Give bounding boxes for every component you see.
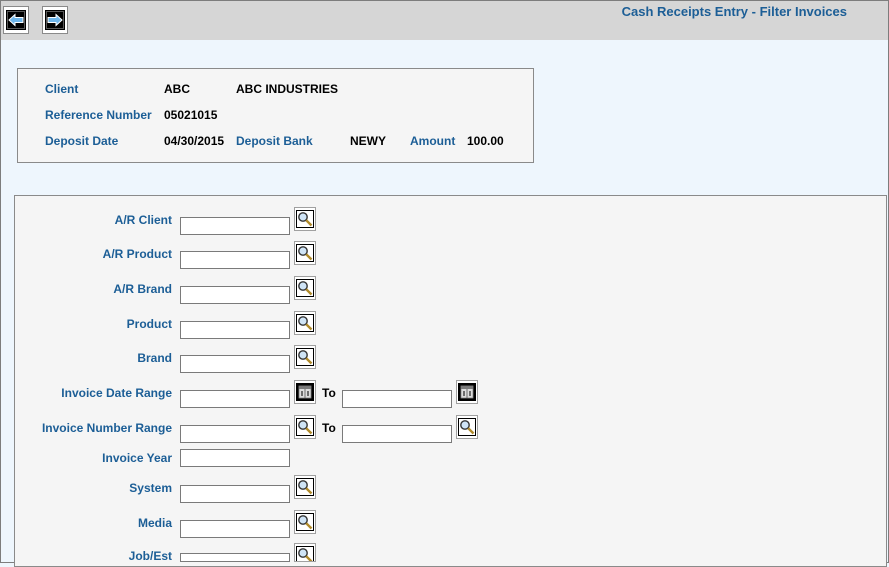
product-label: Product bbox=[126, 317, 172, 331]
deposit-bank-label: Deposit Bank bbox=[236, 134, 313, 148]
client-code: ABC bbox=[164, 82, 190, 96]
invoice-number-to-lookup-button[interactable] bbox=[456, 415, 478, 439]
deposit-bank-value: NEWY bbox=[350, 134, 386, 148]
invoice-year-label: Invoice Year bbox=[102, 451, 172, 465]
invoice-date-to-input[interactable] bbox=[342, 390, 452, 408]
invoice-date-to-calendar-button[interactable] bbox=[456, 380, 478, 404]
magnifier-icon bbox=[296, 478, 314, 496]
invoice-number-range-label: Invoice Number Range bbox=[41, 421, 172, 435]
deposit-summary-panel: Client ABC ABC INDUSTRIES Reference Numb… bbox=[17, 68, 534, 163]
ar-brand-input[interactable] bbox=[180, 286, 290, 304]
invoice-date-range-label: Invoice Date Range bbox=[61, 386, 172, 400]
media-label: Media bbox=[137, 516, 172, 530]
job-est-lookup-button[interactable] bbox=[294, 543, 316, 562]
page-title: Cash Receipts Entry - Filter Invoices bbox=[621, 4, 847, 19]
invoice-number-to-input[interactable] bbox=[342, 425, 452, 443]
media-input[interactable] bbox=[180, 520, 290, 538]
magnifier-icon bbox=[296, 546, 314, 561]
product-input[interactable] bbox=[180, 321, 290, 339]
ar-brand-label: A/R Brand bbox=[113, 282, 172, 296]
reference-number-value: 05021015 bbox=[164, 108, 218, 122]
magnifier-icon bbox=[296, 279, 314, 297]
ar-client-label: A/R Client bbox=[114, 213, 172, 227]
amount-label: Amount bbox=[410, 134, 456, 148]
reference-number-label: Reference Number bbox=[45, 108, 152, 122]
deposit-date-label: Deposit Date bbox=[45, 134, 119, 148]
ar-product-lookup-button[interactable] bbox=[294, 241, 316, 265]
magnifier-icon bbox=[296, 210, 314, 228]
magnifier-icon bbox=[296, 314, 314, 332]
ar-brand-lookup-button[interactable] bbox=[294, 276, 316, 300]
toolbar: Cash Receipts Entry - Filter Invoices bbox=[1, 1, 888, 40]
job-est-input[interactable] bbox=[180, 553, 290, 562]
media-lookup-button[interactable] bbox=[294, 510, 316, 534]
magnifier-icon bbox=[458, 418, 476, 436]
ar-client-lookup-button[interactable] bbox=[294, 207, 316, 231]
ar-product-input[interactable] bbox=[180, 251, 290, 269]
job-est-label: Job/Est bbox=[128, 549, 172, 563]
invoice-number-from-lookup-button[interactable] bbox=[294, 415, 316, 439]
brand-input[interactable] bbox=[180, 355, 290, 373]
amount-value: 100.00 bbox=[467, 134, 504, 148]
arrow-left-icon bbox=[6, 10, 26, 30]
brand-lookup-button[interactable] bbox=[294, 345, 316, 369]
to-label: To bbox=[322, 386, 336, 400]
magnifier-icon bbox=[296, 348, 314, 366]
system-lookup-button[interactable] bbox=[294, 475, 316, 499]
invoice-date-from-calendar-button[interactable] bbox=[294, 380, 316, 404]
system-label: System bbox=[129, 481, 172, 495]
magnifier-icon bbox=[296, 513, 314, 531]
arrow-right-icon bbox=[45, 10, 65, 30]
product-lookup-button[interactable] bbox=[294, 311, 316, 335]
back-button[interactable] bbox=[3, 6, 29, 34]
magnifier-icon bbox=[296, 418, 314, 436]
ar-product-label: A/R Product bbox=[102, 247, 172, 261]
invoice-year-input[interactable] bbox=[180, 449, 290, 467]
invoice-number-from-input[interactable] bbox=[180, 425, 290, 443]
client-name: ABC INDUSTRIES bbox=[236, 82, 339, 96]
brand-label: Brand bbox=[137, 351, 172, 365]
invoice-date-from-input[interactable] bbox=[180, 390, 290, 408]
calendar-icon bbox=[458, 383, 476, 401]
forward-button[interactable] bbox=[42, 6, 68, 34]
to-label: To bbox=[322, 421, 336, 435]
calendar-icon bbox=[296, 383, 314, 401]
client-label: Client bbox=[45, 82, 79, 96]
system-input[interactable] bbox=[180, 485, 290, 503]
ar-client-input[interactable] bbox=[180, 217, 290, 235]
magnifier-icon bbox=[296, 244, 314, 262]
deposit-date-value: 04/30/2015 bbox=[164, 134, 225, 148]
